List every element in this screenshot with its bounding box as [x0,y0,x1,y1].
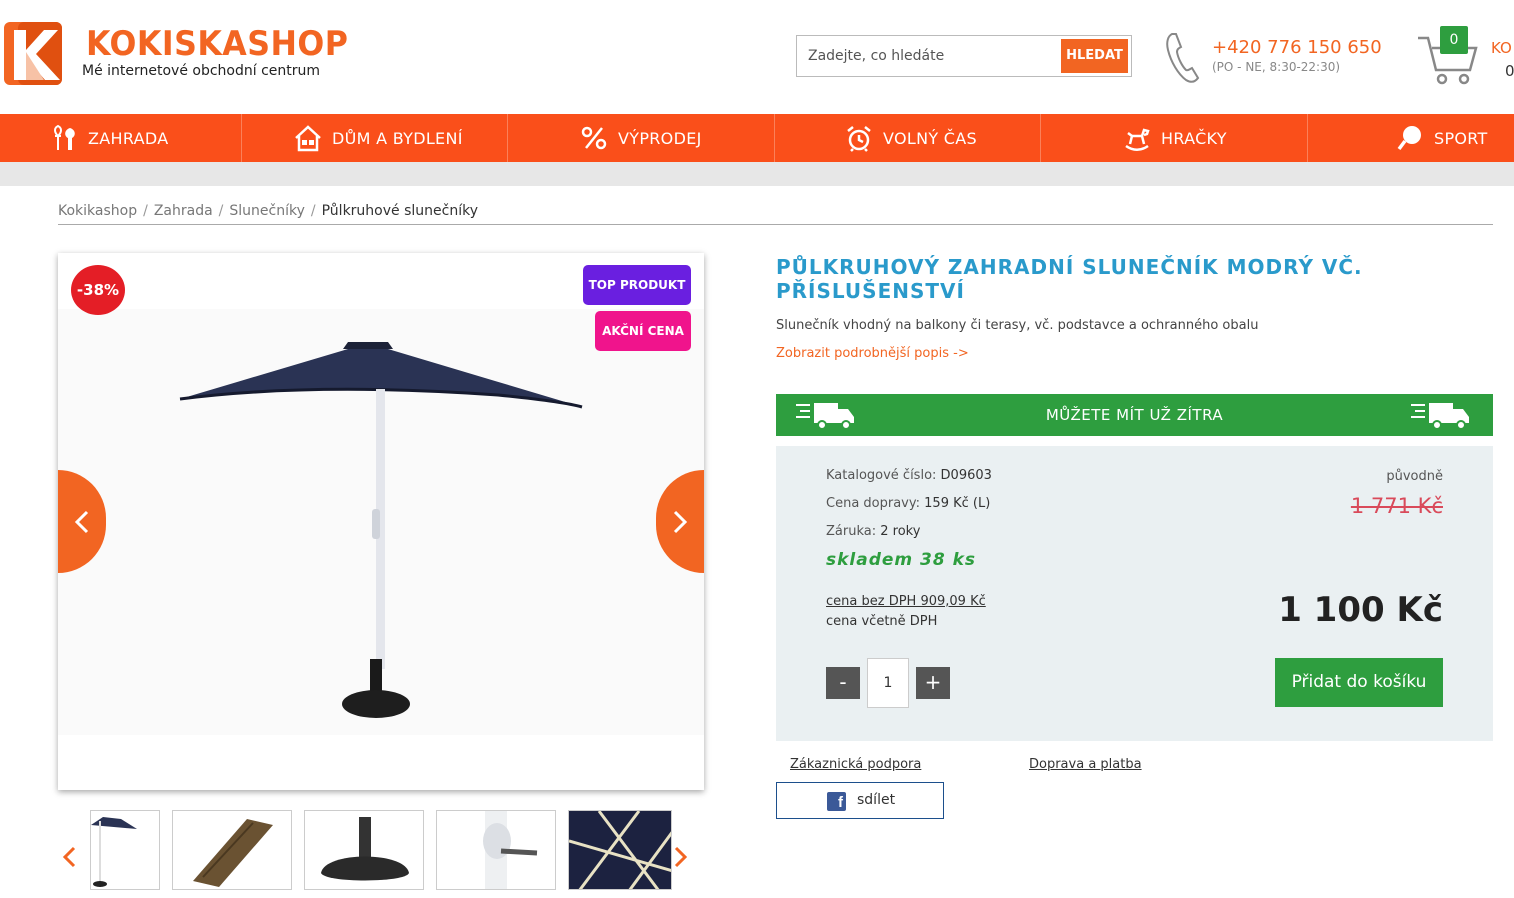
nav-item-vyprodej[interactable]: VÝPRODEJ [508,114,775,162]
product-description: Slunečník vhodný na balkony či terasy, v… [776,318,1259,333]
share-label: sdílet [857,792,896,808]
logo-icon[interactable] [4,22,64,87]
discount-badge: -38% [71,265,125,315]
phone-hours: (PO - NE, 8:30-22:30) [1212,60,1341,74]
nav-label: VOLNÝ ČAS [883,128,977,148]
customer-support-link[interactable]: Zákaznická podpora [790,757,921,772]
search-box: HLEDAT [796,35,1132,77]
shipping-value: 159 Kč (L) [924,496,991,511]
catalog-value: D09603 [940,468,992,483]
breadcrumb-item[interactable]: Zahrada [154,203,213,219]
percent-icon [581,126,607,150]
warranty-label: Záruka: [826,524,877,539]
site-header: KOKISKASHOP Mé internetové obchodní cent… [0,0,1514,114]
sale-price-badge: AKČNÍ CENA [595,311,691,351]
stock-status: skladem 38 ks [826,550,977,570]
phone-icon [1166,33,1200,83]
alarm-clock-icon [847,126,871,152]
shipping-payment-link[interactable]: Doprava a platba [1029,757,1142,772]
price-with-vat-label: cena včetně DPH [826,614,938,629]
original-price: 1 771 Kč [1350,494,1443,518]
nav-label: ZAHRADA [88,128,169,148]
catalog-number: Katalogové číslo: D09603 [826,468,992,483]
truck-icon [1411,403,1469,430]
phone-number[interactable]: +420 776 150 650 [1212,37,1382,58]
warranty: Záruka: 2 roky [826,524,920,539]
nav-label: SPORT [1434,128,1488,148]
facebook-share-button[interactable]: f sdílet [776,782,944,819]
rocking-horse-icon [1125,128,1150,151]
facebook-icon: f [827,792,846,811]
thumbnail[interactable] [436,810,556,890]
thumbnail[interactable] [172,810,292,890]
house-icon [295,125,321,152]
thumbnail[interactable] [90,810,160,890]
top-product-badge: TOP PRODUKT [583,265,691,305]
nav-item-sport[interactable]: SPORT [1308,114,1514,162]
logo-name[interactable]: KOKISKASHOP [86,24,348,64]
nav-label: VÝPRODEJ [618,128,702,148]
product-title: PŮLKRUHOVÝ ZAHRADNÍ SLUNEČNÍK MODRÝ VČ. … [776,255,1363,303]
shipping-label: Cena dopravy: [826,496,921,511]
nav-strip [0,162,1514,186]
quantity-decrease-button[interactable]: - [826,667,860,699]
nav-item-dum-a-bydleni[interactable]: DŮM A BYDLENÍ [242,114,508,162]
search-button[interactable]: HLEDAT [1061,39,1128,73]
warranty-value: 2 roky [880,524,921,539]
delivery-banner: MŮŽETE MÍT UŽ ZÍTRA [776,394,1493,436]
search-input[interactable] [797,36,1059,76]
thumbs-next-icon[interactable] [672,846,688,868]
shipping-cost: Cena dopravy: 159 Kč (L) [826,496,990,511]
cart-badge[interactable]: 0 [1440,26,1468,54]
thumbnail[interactable] [568,810,672,890]
breadcrumb-item[interactable]: Kokikashop [58,203,137,219]
logo-tagline: Mé internetové obchodní centrum [82,63,321,79]
product-image[interactable] [58,309,704,735]
chevron-right-icon [673,510,688,534]
catalog-label: Katalogové číslo: [826,468,937,483]
add-to-cart-button[interactable]: Přidat do košíku [1275,658,1443,707]
nav-label: HRAČKY [1161,128,1227,148]
main-nav: ZAHRADA DŮM A BYDLENÍ VÝPRODEJ VOLNÝ ČAS… [0,114,1514,162]
truck-icon [796,403,854,430]
breadcrumb-divider [58,224,1493,225]
chevron-left-icon [74,510,89,534]
breadcrumb-current: Půlkruhové slunečníky [321,203,478,219]
price-without-vat[interactable]: cena bez DPH 909,09 Kč [826,594,986,609]
original-price-label: původně [1386,469,1443,484]
quantity-input[interactable]: 1 [867,658,909,708]
cart-count: 0 [1505,62,1514,80]
garden-icon [54,124,75,150]
nav-label: DŮM A BYDLENÍ [332,128,463,148]
nav-item-volny-cas[interactable]: VOLNÝ ČAS [775,114,1041,162]
purchase-box: Katalogové číslo: D09603 Cena dopravy: 1… [776,446,1493,741]
thumbs-prev-icon[interactable] [62,846,78,868]
more-description-link[interactable]: Zobrazit podrobnější popis -> [776,346,969,361]
sport-icon [1397,126,1421,151]
thumbnail[interactable] [304,810,424,890]
quantity-increase-button[interactable]: + [916,667,950,699]
quantity-value: 1 [883,675,893,691]
breadcrumb: Kokikashop / Zahrada / Slunečníky / Půlkruhové… [58,203,478,219]
product-gallery: -38% TOP PRODUKT AKČNÍ CENA [58,253,704,790]
nav-item-hracky[interactable]: HRAČKY [1041,114,1308,162]
breadcrumb-item[interactable]: Slunečníky [229,203,305,219]
current-price: 1 100 Kč [1278,590,1443,630]
cart-label[interactable]: KO [1491,39,1512,57]
delivery-text: MŮŽETE MÍT UŽ ZÍTRA [1045,406,1224,424]
nav-item-zahrada[interactable]: ZAHRADA [0,114,242,162]
